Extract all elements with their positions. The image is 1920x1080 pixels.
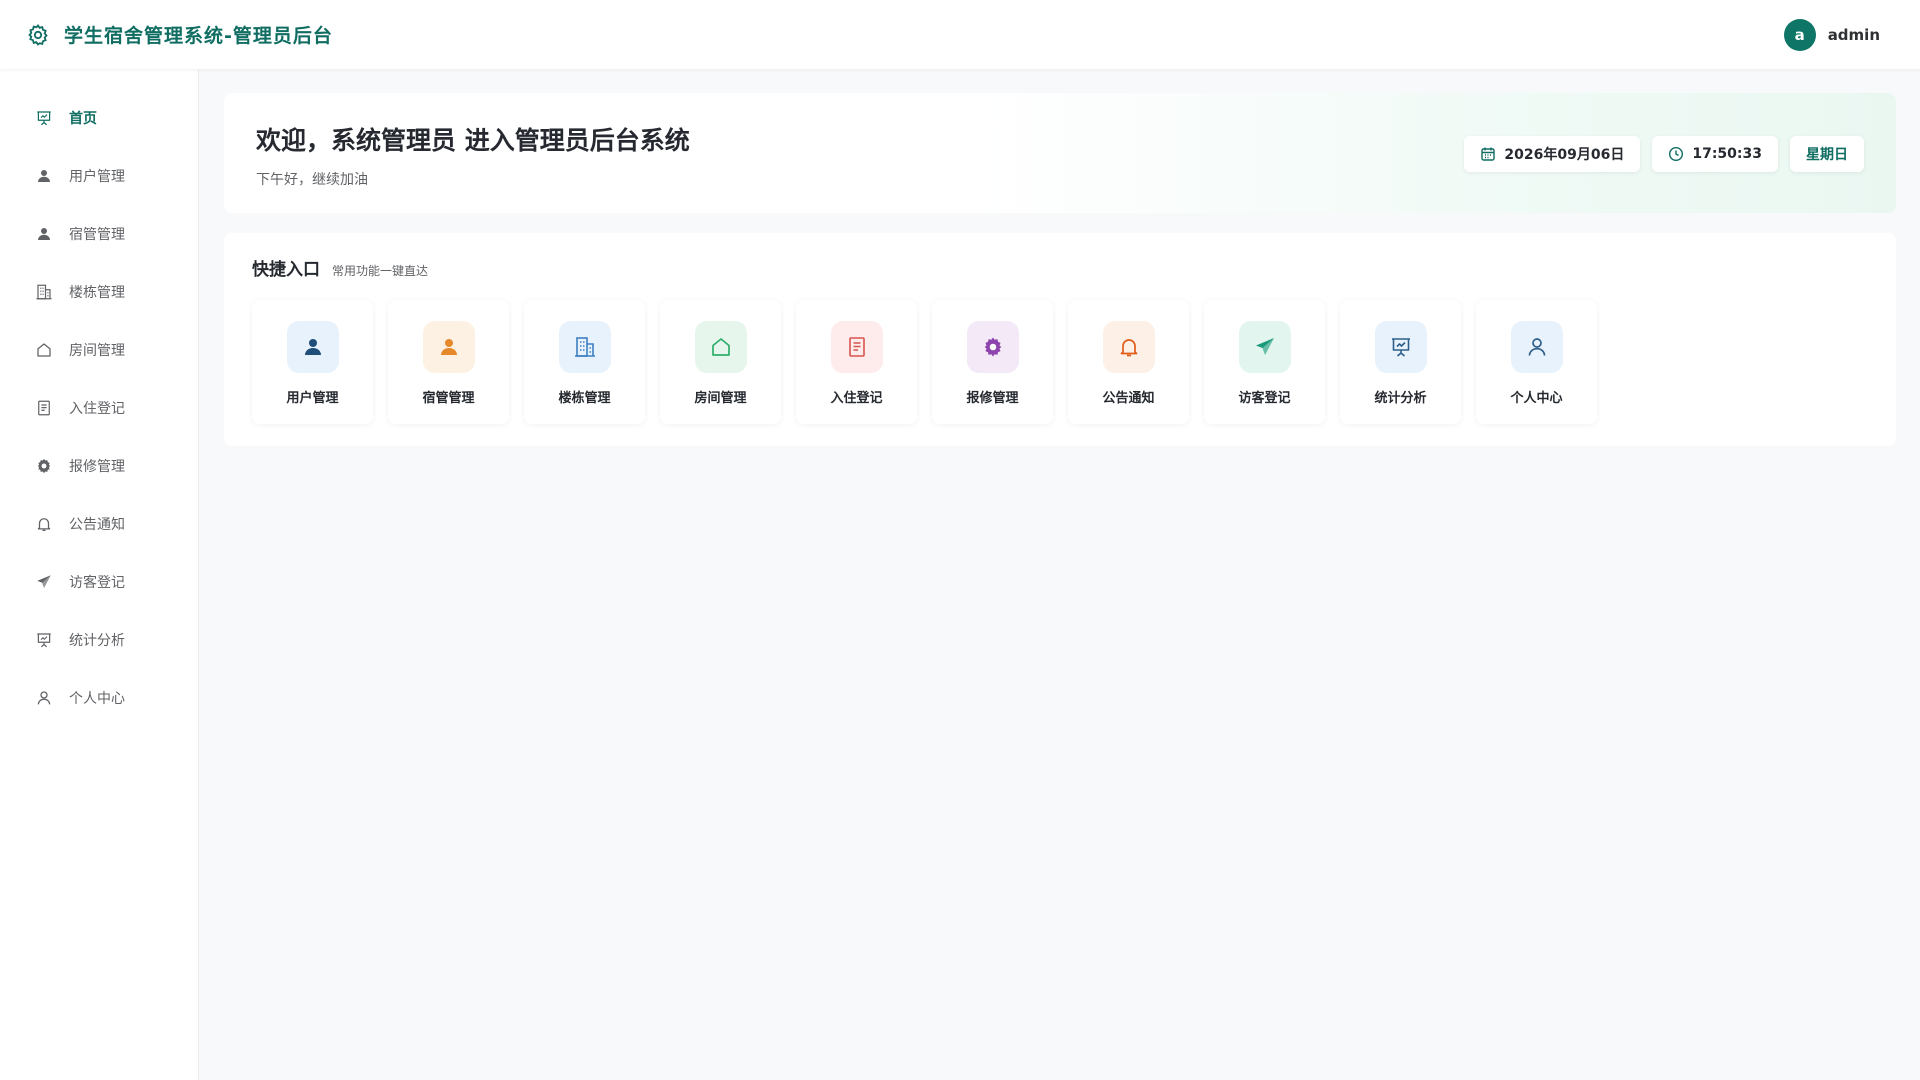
sidebar-item-label: 统计分析 — [69, 633, 125, 649]
sidebar-item-4[interactable]: 房间管理 — [0, 321, 198, 379]
quick-access-panel: 快捷入口 常用功能一键直达 用户管理 宿管管理 楼栋管理 房间管理 入住登记 报… — [224, 233, 1896, 446]
sidebar-item-label: 房间管理 — [69, 343, 125, 359]
send-icon — [35, 573, 53, 591]
sidebar-item-0[interactable]: 首页 — [0, 89, 198, 147]
sidebar-item-10[interactable]: 个人中心 — [0, 669, 198, 727]
settings-icon — [35, 457, 53, 475]
presentation-chart-icon — [1389, 335, 1413, 359]
quick-card-icon-box — [1238, 321, 1291, 373]
quick-card-icon-box — [558, 321, 611, 373]
sidebar-item-9[interactable]: 统计分析 — [0, 611, 198, 669]
document-icon — [845, 335, 869, 359]
gear-icon — [24, 21, 52, 49]
user-outline-icon — [35, 689, 53, 707]
presentation-chart-icon — [35, 109, 53, 127]
house-icon — [709, 335, 733, 359]
document-icon — [35, 399, 53, 417]
quick-card-icon-box — [1510, 321, 1563, 373]
sidebar: 首页 用户管理 宿管管理 楼栋管理 房间管理 入住登记 报修管理 公告通知 访客… — [0, 69, 199, 1080]
sidebar-item-label: 访客登记 — [69, 575, 125, 591]
quick-card-3[interactable]: 房间管理 — [660, 300, 781, 424]
date-text: 2026年09月06日 — [1504, 147, 1625, 163]
presentation-chart-icon — [35, 631, 53, 649]
quick-access-title: 快捷入口 — [252, 260, 320, 280]
sidebar-item-label: 首页 — [69, 111, 97, 127]
quick-card-label: 宿管管理 — [422, 391, 475, 406]
quick-card-2[interactable]: 楼栋管理 — [524, 300, 645, 424]
quick-card-icon-box — [830, 321, 883, 373]
quick-card-label: 楼栋管理 — [558, 391, 611, 406]
quick-card-4[interactable]: 入住登记 — [796, 300, 917, 424]
quick-card-8[interactable]: 统计分析 — [1340, 300, 1461, 424]
settings-icon — [981, 335, 1005, 359]
quick-card-9[interactable]: 个人中心 — [1476, 300, 1597, 424]
top-header: 学生宿舍管理系统-管理员后台 a admin — [0, 0, 1920, 69]
user-icon — [301, 335, 325, 359]
sidebar-item-2[interactable]: 宿管管理 — [0, 205, 198, 263]
avatar[interactable]: a — [1783, 18, 1816, 51]
weekday-chip: 星期日 — [1790, 136, 1864, 172]
quick-card-7[interactable]: 访客登记 — [1204, 300, 1325, 424]
user-outline-icon — [1525, 335, 1549, 359]
quick-card-label: 访客登记 — [1238, 391, 1291, 406]
building-icon — [573, 335, 597, 359]
quick-card-label: 房间管理 — [694, 391, 747, 406]
sidebar-item-label: 入住登记 — [69, 401, 125, 417]
quick-card-icon-box — [1102, 321, 1155, 373]
sidebar-item-label: 宿管管理 — [69, 227, 125, 243]
quick-card-5[interactable]: 报修管理 — [932, 300, 1053, 424]
bell-icon — [35, 515, 53, 533]
quick-card-label: 个人中心 — [1510, 391, 1563, 406]
clock-icon — [1668, 146, 1684, 162]
datetime-info: 2026年09月06日 17:50:33 星期日 — [1464, 136, 1864, 172]
sidebar-item-3[interactable]: 楼栋管理 — [0, 263, 198, 321]
quick-card-label: 报修管理 — [966, 391, 1019, 406]
user-icon — [437, 335, 461, 359]
sidebar-item-label: 公告通知 — [69, 517, 125, 533]
send-icon — [1253, 335, 1277, 359]
calendar-icon — [1480, 146, 1496, 162]
app-title: 学生宿舍管理系统-管理员后台 — [64, 25, 333, 47]
sidebar-item-label: 报修管理 — [69, 459, 125, 475]
user-icon — [35, 167, 53, 185]
quick-card-0[interactable]: 用户管理 — [252, 300, 373, 424]
quick-card-icon-box — [1374, 321, 1427, 373]
username[interactable]: admin — [1828, 26, 1880, 44]
main-content: 欢迎，系统管理员 进入管理员后台系统 下午好，继续加油 2026年09月06日 — [224, 93, 1896, 446]
quick-card-icon-box — [286, 321, 339, 373]
sidebar-item-label: 个人中心 — [69, 691, 125, 707]
quick-card-1[interactable]: 宿管管理 — [388, 300, 509, 424]
sidebar-item-5[interactable]: 入住登记 — [0, 379, 198, 437]
welcome-banner: 欢迎，系统管理员 进入管理员后台系统 下午好，继续加油 2026年09月06日 — [224, 93, 1896, 213]
quick-card-label: 入住登记 — [830, 391, 883, 406]
date-chip: 2026年09月06日 — [1464, 136, 1641, 172]
quick-access-subtitle: 常用功能一键直达 — [332, 264, 429, 278]
time-chip: 17:50:33 — [1652, 136, 1778, 172]
time-text: 17:50:33 — [1692, 146, 1762, 162]
quick-card-6[interactable]: 公告通知 — [1068, 300, 1189, 424]
quick-card-label: 用户管理 — [286, 391, 339, 406]
sidebar-item-label: 楼栋管理 — [69, 285, 125, 301]
user-menu[interactable]: a admin — [1783, 18, 1880, 51]
sidebar-item-label: 用户管理 — [69, 169, 125, 185]
quick-access-header: 快捷入口 常用功能一键直达 — [252, 255, 1868, 280]
quick-card-icon-box — [694, 321, 747, 373]
user-icon — [35, 225, 53, 243]
quick-card-label: 统计分析 — [1374, 391, 1427, 406]
brand: 学生宿舍管理系统-管理员后台 — [24, 21, 333, 49]
quick-access-grid: 用户管理 宿管管理 楼栋管理 房间管理 入住登记 报修管理 公告通知 访客登记 … — [252, 300, 1868, 424]
quick-card-label: 公告通知 — [1102, 391, 1155, 406]
quick-card-icon-box — [966, 321, 1019, 373]
building-icon — [35, 283, 53, 301]
sidebar-item-7[interactable]: 公告通知 — [0, 495, 198, 553]
house-icon — [35, 341, 53, 359]
bell-icon — [1117, 335, 1141, 359]
sidebar-item-8[interactable]: 访客登记 — [0, 553, 198, 611]
welcome-subtitle: 下午好，继续加油 — [256, 172, 368, 188]
weekday-text: 星期日 — [1806, 147, 1848, 163]
quick-card-icon-box — [422, 321, 475, 373]
sidebar-item-6[interactable]: 报修管理 — [0, 437, 198, 495]
sidebar-item-1[interactable]: 用户管理 — [0, 147, 198, 205]
